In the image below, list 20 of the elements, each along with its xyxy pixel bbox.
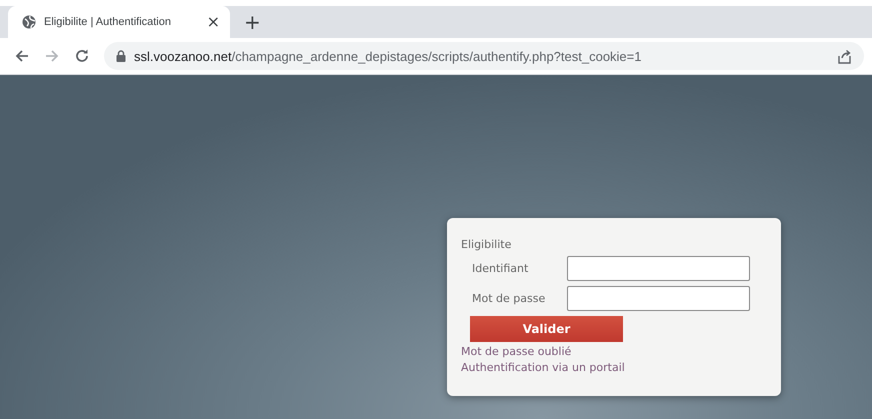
close-tab-button[interactable]: × [206, 14, 220, 30]
input-field[interactable] [567, 286, 750, 311]
tab-title: Eligibilite | Authentification [44, 16, 172, 28]
field-label: Identifiant [471, 262, 530, 275]
link[interactable]: Authentification via un portail [461, 361, 625, 374]
address-bar[interactable]: ssl.voozanoo.net/champagne_ardenne_depistages/scripts/authentify.php?test_cookie=1 [104, 42, 864, 70]
reload-icon[interactable] [74, 48, 90, 64]
form-title: Eligibilite [461, 238, 512, 251]
url-host: ssl.voozanoo.net [134, 48, 232, 64]
globe-icon [22, 15, 36, 29]
input-field[interactable] [567, 256, 750, 281]
url-path: /champagne_ardenne_depistages/scripts/authentify.php?test_cookie=1 [232, 48, 642, 64]
share-icon[interactable] [837, 48, 852, 64]
field-label: Mot de passe [471, 292, 546, 305]
browser-tab[interactable]: Eligibilite | Authentification × [8, 6, 230, 38]
lock-icon [116, 50, 126, 62]
link[interactable]: Mot de passe oublié [461, 345, 572, 358]
back-icon[interactable] [14, 48, 30, 64]
new-tab-button[interactable]: + [240, 12, 265, 32]
submit-button[interactable]: Valider [470, 316, 623, 342]
